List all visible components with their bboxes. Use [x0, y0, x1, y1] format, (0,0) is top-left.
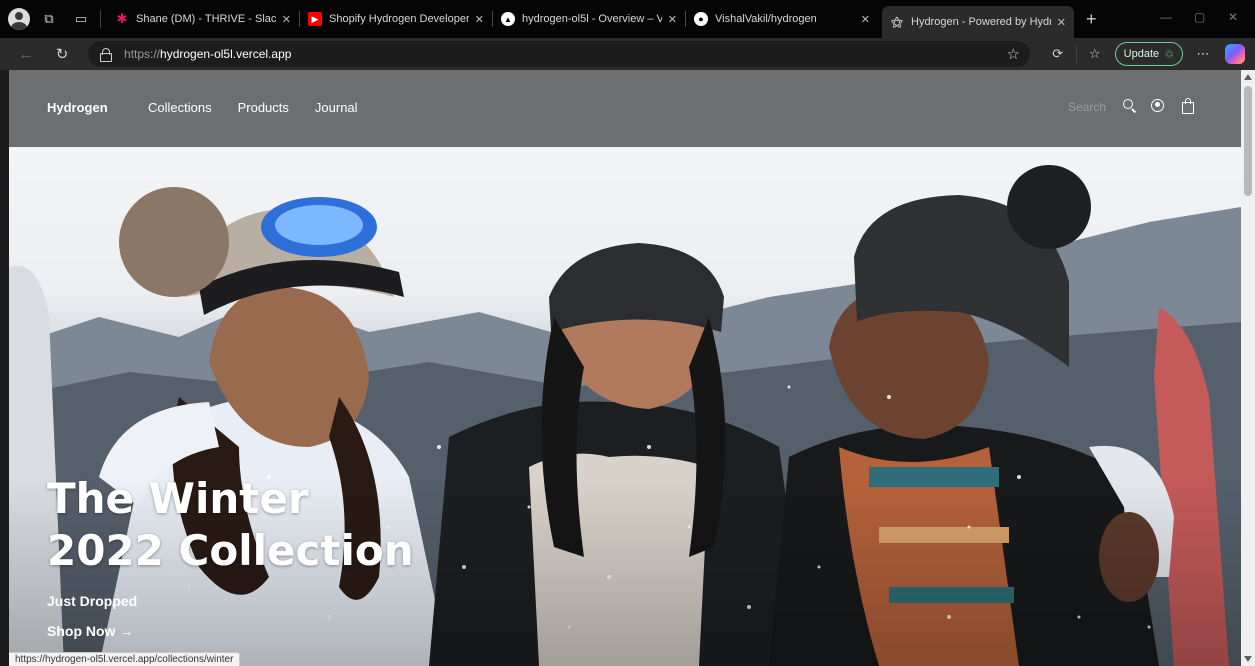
new-tab-icon[interactable]: +	[1086, 9, 1097, 30]
minimize-icon[interactable]: —	[1160, 10, 1172, 24]
extensions-icon[interactable]: ⟳	[1046, 42, 1070, 66]
favorite-star-icon[interactable]: ☆	[1007, 45, 1020, 63]
lock-icon[interactable]	[100, 48, 112, 62]
window-close-icon[interactable]: ✕	[1228, 10, 1238, 24]
github-icon: ●	[694, 12, 708, 26]
favorites-icon[interactable]: ☆	[1083, 42, 1107, 66]
close-icon[interactable]: ✕	[282, 13, 291, 26]
close-icon[interactable]: ✕	[1057, 16, 1066, 29]
scroll-up-arrow-icon[interactable]	[1244, 74, 1252, 80]
tab-title: VishalVakil/hydrogen	[715, 13, 817, 25]
back-arrow-icon[interactable]: ←	[14, 42, 38, 66]
close-icon[interactable]: ✕	[861, 13, 870, 26]
more-options-icon[interactable]: ⋯	[1191, 42, 1215, 66]
browser-toolbar: ← ↻ https://hydrogen-ol5l.vercel.app ☆ ⟳…	[0, 38, 1255, 70]
maximize-icon[interactable]: ▢	[1194, 10, 1205, 24]
tab-actions-icon[interactable]: ▭	[68, 6, 94, 32]
hero-title: The Winter 2022 Collection	[47, 474, 414, 575]
nav-collections[interactable]: Collections	[148, 100, 212, 115]
tab-vercel[interactable]: ▲ hydrogen-ol5l - Overview – Vercel ✕	[493, 4, 685, 34]
close-icon[interactable]: ✕	[475, 13, 484, 26]
url-text: https://hydrogen-ol5l.vercel.app	[124, 47, 292, 61]
link-status-bar: https://hydrogen-ol5l.vercel.app/collect…	[9, 652, 241, 666]
nav-products[interactable]: Products	[238, 100, 289, 115]
tab-youtube[interactable]: ▶ Shopify Hydrogen Developer Ass ✕	[300, 4, 492, 34]
scroll-down-arrow-icon[interactable]	[1244, 656, 1252, 662]
address-bar[interactable]: https://hydrogen-ol5l.vercel.app ☆	[88, 41, 1030, 67]
refresh-icon[interactable]: ↻	[50, 42, 74, 66]
update-button[interactable]: Update ♲	[1114, 42, 1183, 66]
nav-journal[interactable]: Journal	[315, 100, 358, 115]
shop-now-link[interactable]: Shop Now →	[47, 623, 133, 639]
page-viewport: Hydrogen Collections Products Journal Se…	[9, 70, 1241, 666]
tab-separator	[100, 10, 101, 28]
site-header: Hydrogen Collections Products Journal Se…	[9, 70, 1241, 147]
tab-hydrogen-active[interactable]: ⚝ Hydrogen - Powered by Hydrogen ✕	[882, 6, 1074, 38]
hero-subtitle: Just Dropped	[47, 593, 138, 609]
scrollbar-thumb[interactable]	[1244, 86, 1252, 196]
copilot-icon[interactable]	[1225, 44, 1245, 64]
tab-title: hydrogen-ol5l - Overview – Vercel	[522, 13, 662, 25]
search-icon[interactable]	[1122, 98, 1138, 114]
search-input[interactable]: Search	[1068, 100, 1106, 114]
tab-title: Shopify Hydrogen Developer Ass	[329, 13, 469, 25]
cart-bag-icon[interactable]	[1180, 98, 1196, 114]
brand-logo[interactable]: Hydrogen	[47, 100, 108, 115]
browser-tab-strip: ⧉ ▭ ✱ Shane (DM) - THRIVE - Slack ✕ ▶ Sh…	[0, 0, 1255, 38]
youtube-icon: ▶	[308, 12, 322, 26]
profile-avatar-icon[interactable]	[8, 8, 30, 30]
workspaces-icon[interactable]: ⧉	[36, 6, 62, 32]
update-icon: ♲	[1164, 48, 1174, 61]
hero-banner[interactable]: The Winter 2022 Collection Just Dropped S…	[9, 147, 1241, 666]
tab-title: Hydrogen - Powered by Hydrogen	[911, 16, 1051, 28]
tab-title: Shane (DM) - THRIVE - Slack	[136, 13, 276, 25]
hero-text-block: The Winter 2022 Collection Just Dropped S…	[47, 473, 467, 641]
hydrogen-icon: ⚝	[891, 14, 903, 29]
page-scrollbar[interactable]	[1241, 70, 1255, 666]
account-icon[interactable]	[1150, 98, 1166, 114]
vercel-icon: ▲	[501, 12, 515, 26]
close-icon[interactable]: ✕	[668, 13, 677, 26]
tab-github[interactable]: ● VishalVakil/hydrogen ✕	[686, 4, 878, 34]
tab-slack[interactable]: ✱ Shane (DM) - THRIVE - Slack ✕	[107, 4, 299, 34]
main-nav: Collections Products Journal	[148, 100, 358, 115]
slack-icon: ✱	[116, 11, 128, 26]
